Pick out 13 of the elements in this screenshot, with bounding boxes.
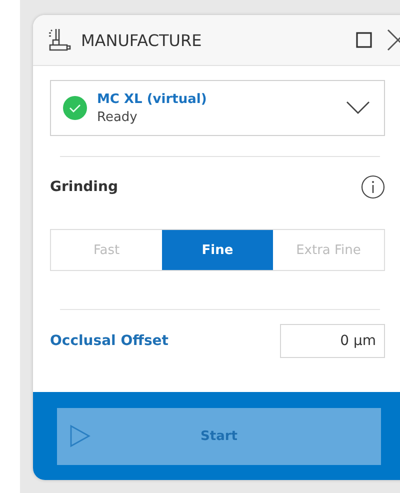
play-icon xyxy=(69,424,91,448)
device-status: Ready xyxy=(97,110,138,124)
grinding-option[interactable]: Fine xyxy=(162,230,273,270)
device-dropdown[interactable]: MC XL (virtual) Ready xyxy=(50,80,385,136)
section-label: Grinding xyxy=(50,179,118,195)
maximize-icon[interactable] xyxy=(355,31,373,49)
info-icon[interactable] xyxy=(361,175,385,199)
window-title: MANUFACTURE xyxy=(81,30,203,50)
milling-machine-icon xyxy=(47,27,73,53)
offset-input[interactable]: 0 µm xyxy=(280,324,385,358)
chevron-down-icon xyxy=(346,101,370,115)
field-label: Occlusal Offset xyxy=(50,333,168,349)
device-name: MC XL (virtual) xyxy=(97,92,208,106)
